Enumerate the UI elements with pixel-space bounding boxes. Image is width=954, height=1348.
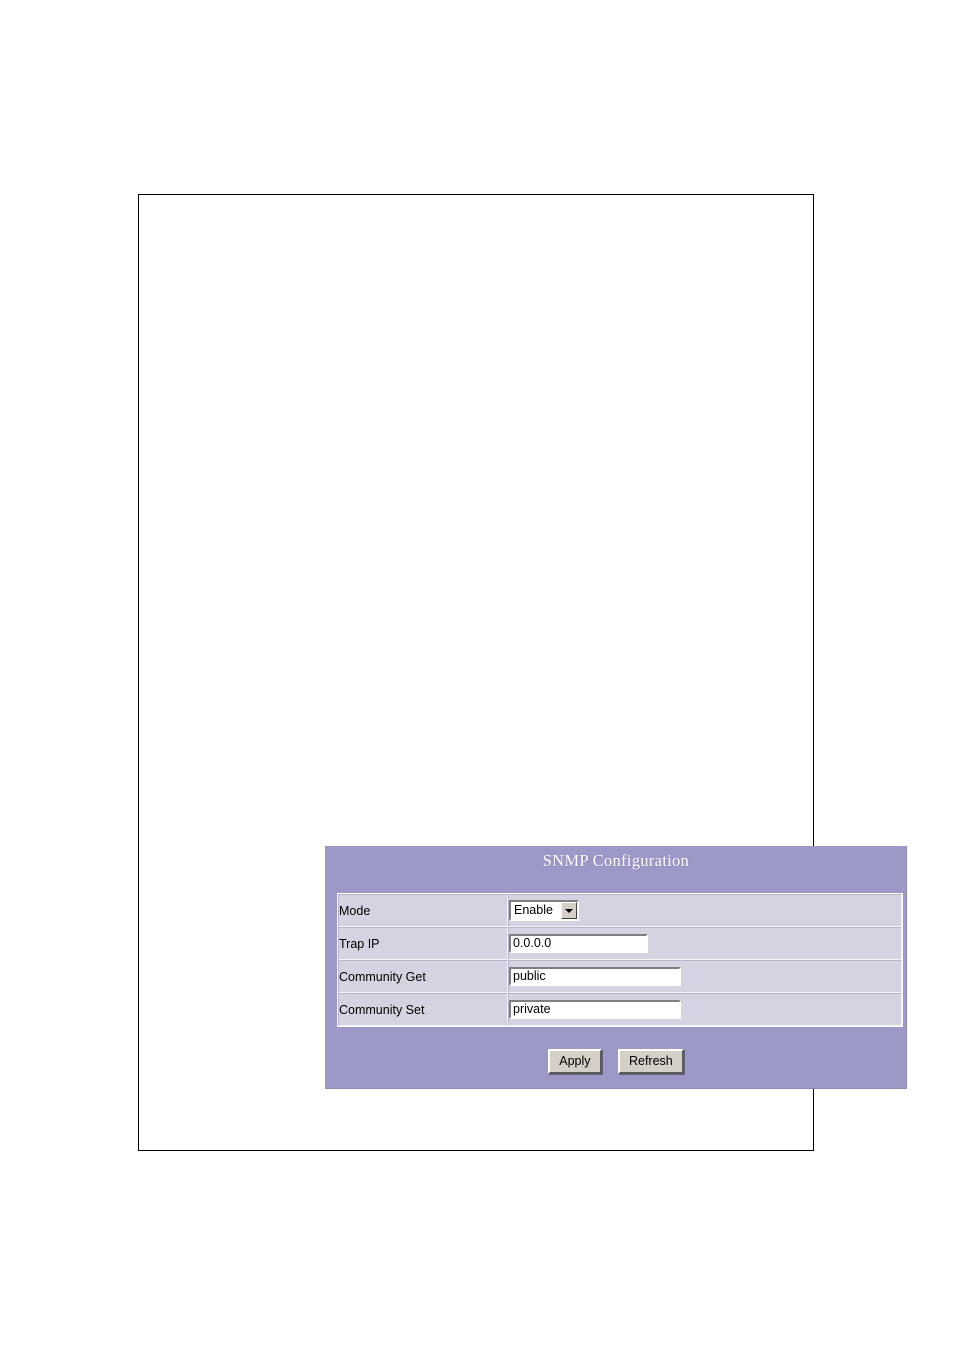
snmp-configuration-panel: SNMP Configuration Mode Enable Trap IP 0… <box>325 846 907 1089</box>
chevron-down-icon[interactable] <box>561 902 577 919</box>
apply-button[interactable]: Apply <box>548 1049 602 1074</box>
trap-ip-input[interactable] <box>509 934 648 953</box>
row-field-trap-ip <box>508 927 902 960</box>
row-label-mode: Mode <box>338 894 508 927</box>
mode-select[interactable]: Enable <box>509 900 579 921</box>
document-page-frame: SNMP Configuration Mode Enable Trap IP 0… <box>138 194 907 1151</box>
row-label-community-get: Community Get <box>338 960 508 993</box>
table-row: Mode Enable <box>338 894 902 927</box>
row-field-mode: Enable <box>508 894 902 927</box>
mode-select-value: Enable <box>514 903 553 917</box>
table-row: Trap IP <box>338 927 902 960</box>
table-row: Community Set <box>338 993 902 1026</box>
table-row: Community Get <box>338 960 902 993</box>
community-set-input[interactable] <box>509 1000 681 1019</box>
form-actions: Apply Refresh <box>325 1049 907 1074</box>
snmp-settings-table: Mode Enable Trap IP Community <box>337 893 903 1027</box>
row-field-community-set <box>508 993 902 1026</box>
row-label-trap-ip: Trap IP <box>338 927 508 960</box>
community-get-input[interactable] <box>509 967 681 986</box>
page-title: SNMP Configuration <box>542 851 690 870</box>
refresh-button[interactable]: Refresh <box>617 1049 684 1074</box>
row-field-community-get <box>508 960 902 993</box>
row-label-community-set: Community Set <box>338 993 508 1026</box>
